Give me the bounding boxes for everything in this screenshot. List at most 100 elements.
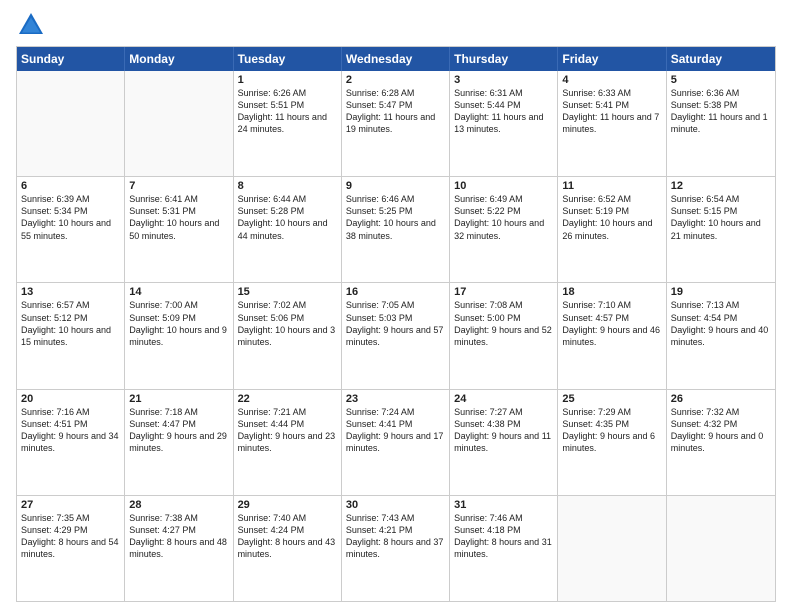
calendar-cell: 19Sunrise: 7:13 AM Sunset: 4:54 PM Dayli… [667, 283, 775, 388]
calendar-cell: 20Sunrise: 7:16 AM Sunset: 4:51 PM Dayli… [17, 390, 125, 495]
cell-info: Sunrise: 7:46 AM Sunset: 4:18 PM Dayligh… [454, 512, 553, 561]
cell-info: Sunrise: 6:39 AM Sunset: 5:34 PM Dayligh… [21, 193, 120, 242]
logo-icon [16, 10, 46, 40]
day-number: 27 [21, 499, 120, 511]
calendar-cell: 14Sunrise: 7:00 AM Sunset: 5:09 PM Dayli… [125, 283, 233, 388]
cell-info: Sunrise: 7:08 AM Sunset: 5:00 PM Dayligh… [454, 299, 553, 348]
calendar-cell: 25Sunrise: 7:29 AM Sunset: 4:35 PM Dayli… [558, 390, 666, 495]
cell-info: Sunrise: 7:32 AM Sunset: 4:32 PM Dayligh… [671, 406, 771, 455]
header [16, 10, 776, 40]
calendar-cell: 30Sunrise: 7:43 AM Sunset: 4:21 PM Dayli… [342, 496, 450, 601]
calendar-cell [125, 71, 233, 176]
header-day-thursday: Thursday [450, 47, 558, 71]
header-day-tuesday: Tuesday [234, 47, 342, 71]
day-number: 18 [562, 286, 661, 298]
day-number: 31 [454, 499, 553, 511]
day-number: 21 [129, 393, 228, 405]
calendar-body: 1Sunrise: 6:26 AM Sunset: 5:51 PM Daylig… [17, 71, 775, 601]
cell-info: Sunrise: 7:35 AM Sunset: 4:29 PM Dayligh… [21, 512, 120, 561]
day-number: 26 [671, 393, 771, 405]
cell-info: Sunrise: 7:05 AM Sunset: 5:03 PM Dayligh… [346, 299, 445, 348]
day-number: 6 [21, 180, 120, 192]
logo [16, 10, 50, 40]
cell-info: Sunrise: 6:41 AM Sunset: 5:31 PM Dayligh… [129, 193, 228, 242]
cell-info: Sunrise: 6:54 AM Sunset: 5:15 PM Dayligh… [671, 193, 771, 242]
day-number: 11 [562, 180, 661, 192]
day-number: 9 [346, 180, 445, 192]
calendar-cell: 3Sunrise: 6:31 AM Sunset: 5:44 PM Daylig… [450, 71, 558, 176]
cell-info: Sunrise: 6:46 AM Sunset: 5:25 PM Dayligh… [346, 193, 445, 242]
cell-info: Sunrise: 7:16 AM Sunset: 4:51 PM Dayligh… [21, 406, 120, 455]
cell-info: Sunrise: 6:49 AM Sunset: 5:22 PM Dayligh… [454, 193, 553, 242]
calendar-cell: 11Sunrise: 6:52 AM Sunset: 5:19 PM Dayli… [558, 177, 666, 282]
day-number: 17 [454, 286, 553, 298]
day-number: 23 [346, 393, 445, 405]
header-day-saturday: Saturday [667, 47, 775, 71]
calendar-header: SundayMondayTuesdayWednesdayThursdayFrid… [17, 47, 775, 71]
day-number: 24 [454, 393, 553, 405]
calendar-cell: 17Sunrise: 7:08 AM Sunset: 5:00 PM Dayli… [450, 283, 558, 388]
calendar-cell [667, 496, 775, 601]
cell-info: Sunrise: 7:10 AM Sunset: 4:57 PM Dayligh… [562, 299, 661, 348]
calendar-cell [558, 496, 666, 601]
calendar-cell: 12Sunrise: 6:54 AM Sunset: 5:15 PM Dayli… [667, 177, 775, 282]
calendar-cell [17, 71, 125, 176]
calendar-cell: 31Sunrise: 7:46 AM Sunset: 4:18 PM Dayli… [450, 496, 558, 601]
day-number: 7 [129, 180, 228, 192]
cell-info: Sunrise: 6:36 AM Sunset: 5:38 PM Dayligh… [671, 87, 771, 136]
calendar-cell: 7Sunrise: 6:41 AM Sunset: 5:31 PM Daylig… [125, 177, 233, 282]
day-number: 14 [129, 286, 228, 298]
calendar-cell: 21Sunrise: 7:18 AM Sunset: 4:47 PM Dayli… [125, 390, 233, 495]
calendar-cell: 10Sunrise: 6:49 AM Sunset: 5:22 PM Dayli… [450, 177, 558, 282]
cell-info: Sunrise: 6:31 AM Sunset: 5:44 PM Dayligh… [454, 87, 553, 136]
calendar-cell: 4Sunrise: 6:33 AM Sunset: 5:41 PM Daylig… [558, 71, 666, 176]
day-number: 10 [454, 180, 553, 192]
calendar-week-2: 6Sunrise: 6:39 AM Sunset: 5:34 PM Daylig… [17, 176, 775, 282]
calendar-cell: 23Sunrise: 7:24 AM Sunset: 4:41 PM Dayli… [342, 390, 450, 495]
calendar-cell: 24Sunrise: 7:27 AM Sunset: 4:38 PM Dayli… [450, 390, 558, 495]
calendar-cell: 15Sunrise: 7:02 AM Sunset: 5:06 PM Dayli… [234, 283, 342, 388]
day-number: 20 [21, 393, 120, 405]
calendar-week-1: 1Sunrise: 6:26 AM Sunset: 5:51 PM Daylig… [17, 71, 775, 176]
calendar-cell: 2Sunrise: 6:28 AM Sunset: 5:47 PM Daylig… [342, 71, 450, 176]
calendar-cell: 28Sunrise: 7:38 AM Sunset: 4:27 PM Dayli… [125, 496, 233, 601]
cell-info: Sunrise: 6:33 AM Sunset: 5:41 PM Dayligh… [562, 87, 661, 136]
cell-info: Sunrise: 6:52 AM Sunset: 5:19 PM Dayligh… [562, 193, 661, 242]
day-number: 25 [562, 393, 661, 405]
cell-info: Sunrise: 7:02 AM Sunset: 5:06 PM Dayligh… [238, 299, 337, 348]
day-number: 29 [238, 499, 337, 511]
cell-info: Sunrise: 6:28 AM Sunset: 5:47 PM Dayligh… [346, 87, 445, 136]
cell-info: Sunrise: 7:24 AM Sunset: 4:41 PM Dayligh… [346, 406, 445, 455]
cell-info: Sunrise: 7:40 AM Sunset: 4:24 PM Dayligh… [238, 512, 337, 561]
page: SundayMondayTuesdayWednesdayThursdayFrid… [0, 0, 792, 612]
calendar-week-3: 13Sunrise: 6:57 AM Sunset: 5:12 PM Dayli… [17, 282, 775, 388]
day-number: 5 [671, 74, 771, 86]
calendar-cell: 5Sunrise: 6:36 AM Sunset: 5:38 PM Daylig… [667, 71, 775, 176]
calendar-cell: 26Sunrise: 7:32 AM Sunset: 4:32 PM Dayli… [667, 390, 775, 495]
calendar-cell: 27Sunrise: 7:35 AM Sunset: 4:29 PM Dayli… [17, 496, 125, 601]
calendar-cell: 22Sunrise: 7:21 AM Sunset: 4:44 PM Dayli… [234, 390, 342, 495]
calendar-cell: 8Sunrise: 6:44 AM Sunset: 5:28 PM Daylig… [234, 177, 342, 282]
day-number: 22 [238, 393, 337, 405]
day-number: 16 [346, 286, 445, 298]
cell-info: Sunrise: 7:43 AM Sunset: 4:21 PM Dayligh… [346, 512, 445, 561]
day-number: 30 [346, 499, 445, 511]
cell-info: Sunrise: 7:29 AM Sunset: 4:35 PM Dayligh… [562, 406, 661, 455]
day-number: 8 [238, 180, 337, 192]
calendar-cell: 18Sunrise: 7:10 AM Sunset: 4:57 PM Dayli… [558, 283, 666, 388]
day-number: 28 [129, 499, 228, 511]
cell-info: Sunrise: 7:00 AM Sunset: 5:09 PM Dayligh… [129, 299, 228, 348]
calendar-week-5: 27Sunrise: 7:35 AM Sunset: 4:29 PM Dayli… [17, 495, 775, 601]
cell-info: Sunrise: 6:26 AM Sunset: 5:51 PM Dayligh… [238, 87, 337, 136]
day-number: 12 [671, 180, 771, 192]
cell-info: Sunrise: 7:18 AM Sunset: 4:47 PM Dayligh… [129, 406, 228, 455]
header-day-sunday: Sunday [17, 47, 125, 71]
cell-info: Sunrise: 7:21 AM Sunset: 4:44 PM Dayligh… [238, 406, 337, 455]
cell-info: Sunrise: 7:38 AM Sunset: 4:27 PM Dayligh… [129, 512, 228, 561]
calendar-cell: 29Sunrise: 7:40 AM Sunset: 4:24 PM Dayli… [234, 496, 342, 601]
calendar-cell: 13Sunrise: 6:57 AM Sunset: 5:12 PM Dayli… [17, 283, 125, 388]
header-day-wednesday: Wednesday [342, 47, 450, 71]
calendar-week-4: 20Sunrise: 7:16 AM Sunset: 4:51 PM Dayli… [17, 389, 775, 495]
day-number: 13 [21, 286, 120, 298]
cell-info: Sunrise: 6:44 AM Sunset: 5:28 PM Dayligh… [238, 193, 337, 242]
